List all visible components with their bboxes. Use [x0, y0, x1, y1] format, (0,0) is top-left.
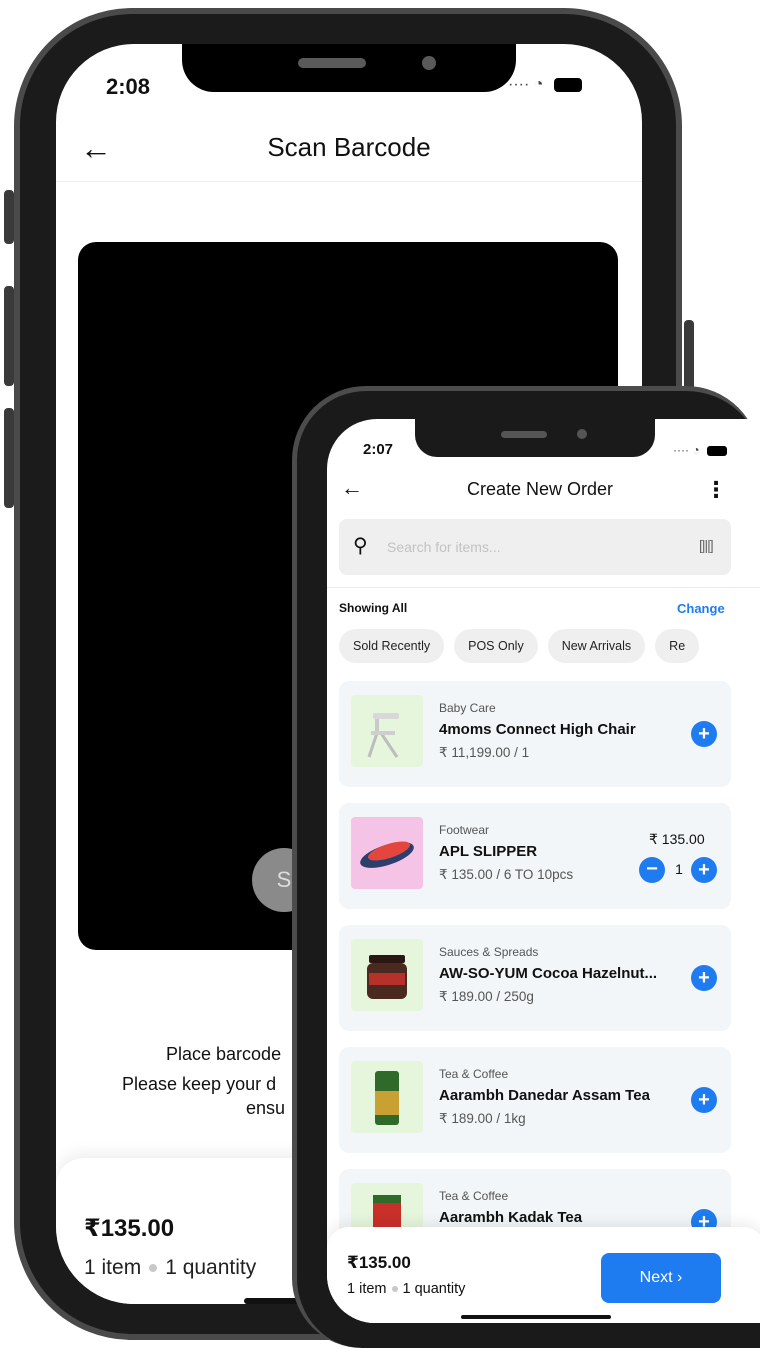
product-price: ₹ 11,199.00 / 1: [439, 745, 530, 760]
add-item-button[interactable]: +: [691, 1087, 717, 1113]
status-icons: ···· ◔: [673, 443, 727, 457]
next-button[interactable]: Next ›: [601, 1253, 721, 1303]
scan-instruction-3: ensu: [246, 1098, 286, 1118]
product-card[interactable]: Footwear APL SLIPPER ₹ 135.00 / 6 TO 10p…: [339, 803, 731, 909]
front-phone-notch: [415, 419, 655, 457]
product-price: ₹ 189.00 / 1kg: [439, 1111, 526, 1126]
product-card[interactable]: Baby Care 4moms Connect High Chair ₹ 11,…: [339, 681, 731, 787]
filter-chips: Sold Recently POS Only New Arrivals Re: [339, 629, 759, 665]
search-bar: ⚲ [|||]: [339, 519, 731, 575]
product-category: Tea & Coffee: [439, 1189, 509, 1203]
decrease-quantity-button[interactable]: −: [639, 857, 665, 883]
scan-instruction-1: Place barcode: [166, 1044, 282, 1064]
high-chair-icon: [367, 713, 399, 758]
front-phone-frame: 2:07 ···· ◔ ← Create New Order ⋮ ⚲ [|||]…: [292, 386, 760, 1348]
battery-icon: [706, 445, 727, 456]
home-indicator: [461, 1315, 611, 1319]
product-image: [351, 817, 423, 889]
product-category: Baby Care: [439, 701, 496, 715]
battery-icon: [553, 77, 582, 92]
mute-switch: [4, 190, 14, 244]
page-title: Create New Order: [466, 479, 614, 499]
divider: [327, 587, 760, 588]
item-count: 1 item: [347, 1281, 387, 1297]
chip-pos-only[interactable]: POS Only: [454, 629, 538, 663]
quantity-count: 1 quantity: [402, 1281, 466, 1297]
product-image: [351, 939, 423, 1011]
more-menu-icon[interactable]: ⋮: [705, 477, 727, 503]
search-input[interactable]: [387, 533, 677, 561]
slipper-icon: [360, 841, 414, 868]
filter-status: Showing All: [339, 601, 408, 615]
volume-up-button: [4, 286, 14, 386]
page-title: Scan Barcode: [267, 132, 431, 162]
product-name: Aarambh Kadak Tea: [439, 1209, 583, 1226]
chip-sold-recently[interactable]: Sold Recently: [339, 629, 445, 663]
product-category: Sauces & Spreads: [439, 945, 539, 959]
product-image: [351, 695, 423, 767]
product-price: ₹ 135.00 / 6 TO 10pcs: [439, 867, 574, 882]
jar-icon: [367, 955, 407, 999]
add-item-button[interactable]: +: [691, 965, 717, 991]
quantity-count: 1 quantity: [165, 1256, 257, 1279]
order-total: ₹135.00: [84, 1215, 175, 1242]
order-meta: 1 item 1 quantity: [84, 1256, 256, 1280]
order-summary-footer: ₹135.00 1 item 1 quantity Next ›: [327, 1227, 760, 1323]
product-name: AW-SO-YUM Cocoa Hazelnut...: [439, 965, 658, 982]
front-camera: [577, 429, 587, 439]
status-time: 2:08: [106, 74, 151, 99]
product-image: [351, 1061, 423, 1133]
order-meta: 1 item 1 quantity: [347, 1281, 465, 1297]
tea-pack-icon: [375, 1071, 399, 1125]
wifi-icon: ◔: [533, 76, 544, 93]
item-count: 1 item: [84, 1256, 142, 1279]
product-category: Tea & Coffee: [439, 1067, 509, 1081]
product-name: 4moms Connect High Chair: [439, 721, 636, 738]
front-phone-screen: 2:07 ···· ◔ ← Create New Order ⋮ ⚲ [|||]…: [327, 419, 760, 1323]
product-price: ₹ 189.00 / 250g: [439, 989, 534, 1004]
back-phone-notch: [182, 44, 516, 92]
wifi-icon: ◔: [692, 443, 700, 457]
signal-icon: ····: [508, 76, 530, 93]
order-total: ₹135.00: [347, 1253, 411, 1272]
speaker: [298, 58, 366, 68]
chip-partial[interactable]: Re: [655, 629, 700, 663]
status-time: 2:07: [363, 441, 394, 458]
scan-instruction-2: Please keep your d: [122, 1074, 277, 1094]
product-card[interactable]: Tea & Coffee Aarambh Danedar Assam Tea ₹…: [339, 1047, 731, 1153]
increase-quantity-button[interactable]: +: [691, 857, 717, 883]
chip-new-arrivals[interactable]: New Arrivals: [547, 629, 646, 663]
volume-down-button: [4, 408, 14, 508]
search-icon: ⚲: [353, 535, 368, 557]
change-filter-link[interactable]: Change: [677, 601, 725, 616]
quantity-value: 1: [675, 861, 683, 877]
product-category: Footwear: [439, 823, 490, 837]
product-name: APL SLIPPER: [439, 843, 538, 860]
add-item-button[interactable]: +: [691, 721, 717, 747]
barcode-scan-icon[interactable]: [|||]: [699, 537, 714, 553]
separator-dot: [391, 1286, 398, 1293]
front-camera: [422, 56, 436, 70]
status-icons: ···· ◔: [508, 76, 582, 94]
line-total: ₹ 135.00: [649, 831, 705, 847]
separator-dot: [149, 1264, 158, 1273]
app-header: ← Scan Barcode: [56, 124, 642, 182]
product-card[interactable]: Sauces & Spreads AW-SO-YUM Cocoa Hazelnu…: [339, 925, 731, 1031]
signal-icon: ····: [673, 443, 689, 457]
speaker: [501, 431, 547, 438]
product-name: Aarambh Danedar Assam Tea: [439, 1087, 650, 1104]
